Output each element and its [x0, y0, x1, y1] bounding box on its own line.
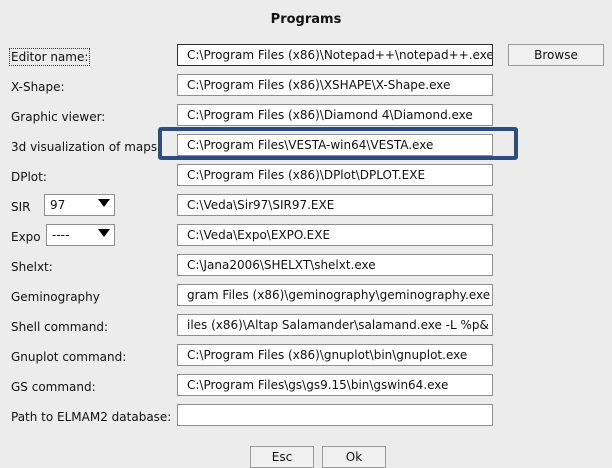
esc-button[interactable]: Esc — [250, 446, 314, 468]
sir-label: SIR — [11, 200, 31, 214]
highlight-box — [158, 127, 518, 160]
expo-label: Expo — [11, 230, 41, 244]
expo-version-select[interactable]: ---- — [46, 224, 115, 246]
browse-button[interactable]: Browse — [508, 44, 604, 66]
gs-command-label: GS command: — [11, 380, 96, 394]
sir-version-select[interactable]: 97 — [44, 194, 115, 216]
elmam2-path-label: Path to ELMAM2 database: — [11, 410, 172, 424]
shelxt-label: Shelxt: — [11, 260, 53, 274]
row-gs-command: GS command: C:\Program Files\gs\gs9.15\b… — [0, 374, 612, 400]
gs-command-input[interactable]: C:\Program Files\gs\gs9.15\bin\gswin64.e… — [177, 374, 493, 396]
row-x-shape: X-Shape: C:\Program Files (x86)\XSHAPE\X… — [0, 74, 612, 100]
geminography-input[interactable]: gram Files (x86)\geminography\geminograp… — [177, 284, 493, 306]
row-gnuplot-command: Gnuplot command: C:\Program Files (x86)\… — [0, 344, 612, 370]
row-editor-name: Editor name: C:\Program Files (x86)\Note… — [0, 44, 612, 70]
row-shell-command: Shell command: iles (x86)\Altap Salamand… — [0, 314, 612, 340]
programs-dialog: Programs Editor name: C:\Program Files (… — [0, 0, 612, 468]
row-dplot: DPlot: C:\Program Files (x86)\DPlot\DPLO… — [0, 164, 612, 190]
dplot-input[interactable]: C:\Program Files (x86)\DPlot\DPLOT.EXE — [177, 164, 493, 186]
editor-name-input[interactable]: C:\Program Files (x86)\Notepad++\notepad… — [177, 44, 493, 66]
x-shape-input[interactable]: C:\Program Files (x86)\XSHAPE\X-Shape.ex… — [177, 74, 493, 96]
row-elmam2-path: Path to ELMAM2 database: — [0, 404, 612, 430]
graphic-viewer-input[interactable]: C:\Program Files (x86)\Diamond 4\Diamond… — [177, 104, 493, 126]
shelxt-input[interactable]: C:\Jana2006\SHELXT\shelxt.exe — [177, 254, 493, 276]
row-expo: Expo ---- C:\Veda\Expo\EXPO.EXE — [0, 224, 612, 250]
dialog-title: Programs — [270, 12, 342, 27]
x-shape-label: X-Shape: — [11, 80, 65, 94]
3d-visualization-label: 3d visualization of maps: — [11, 140, 162, 154]
shell-command-label: Shell command: — [11, 320, 109, 334]
ok-button[interactable]: Ok — [322, 446, 386, 468]
dplot-label: DPlot: — [11, 170, 47, 184]
expo-version-value: ---- — [52, 228, 70, 242]
geminography-label: Geminography — [11, 290, 100, 304]
row-shelxt: Shelxt: C:\Jana2006\SHELXT\shelxt.exe — [0, 254, 612, 280]
sir-version-value: 97 — [50, 198, 66, 212]
sir-input[interactable]: C:\Veda\Sir97\SIR97.EXE — [177, 194, 493, 216]
gnuplot-command-input[interactable]: C:\Program Files (x86)\gnuplot\bin\gnupl… — [177, 344, 493, 366]
expo-input[interactable]: C:\Veda\Expo\EXPO.EXE — [177, 224, 493, 246]
shell-command-input[interactable]: iles (x86)\Altap Salamander\salamand.exe… — [177, 314, 493, 336]
graphic-viewer-label: Graphic viewer: — [11, 110, 106, 124]
gnuplot-command-label: Gnuplot command: — [11, 350, 127, 364]
row-geminography: Geminography gram Files (x86)\geminograp… — [0, 284, 612, 310]
chevron-down-icon — [98, 229, 110, 237]
elmam2-path-input[interactable] — [177, 404, 493, 426]
chevron-down-icon — [98, 199, 110, 207]
editor-name-label: Editor name: — [8, 48, 91, 66]
row-sir: SIR 97 C:\Veda\Sir97\SIR97.EXE — [0, 194, 612, 220]
